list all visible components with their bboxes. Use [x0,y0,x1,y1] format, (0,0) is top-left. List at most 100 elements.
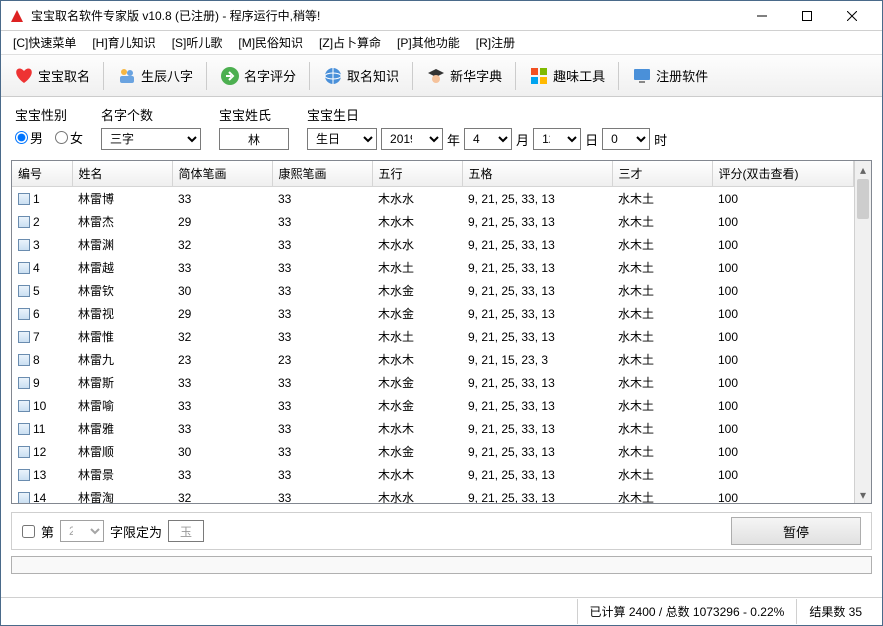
heart-icon [14,66,34,86]
student-icon [426,66,446,86]
year-select[interactable]: 2019 [381,128,443,150]
table-row[interactable]: 12林雷顺3033木水金9, 21, 25, 33, 13水木土100 [12,440,854,463]
menu-folk[interactable]: [M]民俗知识 [230,31,311,54]
row-icon [18,400,30,412]
tool-dictionary[interactable]: 新华字典 [417,61,511,91]
col-simplified[interactable]: 简体笔画 [172,161,272,187]
windows-icon [529,66,549,86]
col-sancai[interactable]: 三才 [612,161,712,187]
count-select[interactable]: 三字 [101,128,201,150]
month-select[interactable]: 4 [464,128,512,150]
results-table-scroll[interactable]: 编号 姓名 简体笔画 康熙笔画 五行 五格 三才 评分(双击查看) 1林雷博33… [12,161,854,503]
menu-other[interactable]: [P]其他功能 [389,31,468,54]
row-icon [18,285,30,297]
tool-label: 宝宝取名 [38,66,90,85]
row-icon [18,469,30,481]
tool-label: 趣味工具 [553,66,605,85]
table-row[interactable]: 5林雷钦3033木水金9, 21, 25, 33, 13水木土100 [12,279,854,302]
table-row[interactable]: 13林雷景3333木水木9, 21, 25, 33, 13水木土100 [12,463,854,486]
tool-fun[interactable]: 趣味工具 [520,61,614,91]
lock-prefix: 第 [41,522,54,541]
birthday-group: 宝宝生日 生日 2019 年 4 月 12 日 0 时 [307,105,667,150]
lock-row: 第 2 字限定为 暂停 [11,512,872,550]
minimize-button[interactable] [739,1,784,31]
year-suffix: 年 [447,130,460,149]
day-select[interactable]: 12 [533,128,581,150]
menu-quick[interactable]: [C]快速菜单 [5,31,84,54]
monitor-icon [632,66,652,86]
scroll-up-arrow[interactable]: ▴ [855,161,871,178]
tool-label: 名字评分 [244,66,296,85]
table-row[interactable]: 4林雷越3333木水土9, 21, 25, 33, 13水木土100 [12,256,854,279]
maximize-icon [802,11,812,21]
col-name[interactable]: 姓名 [72,161,172,187]
tool-score[interactable]: 名字评分 [211,61,305,91]
table-row[interactable]: 1林雷博3333木水水9, 21, 25, 33, 13水木土100 [12,187,854,211]
status-progress: 已计算 2400 / 总数 1073296 - 0.22% [577,599,797,624]
lock-checkbox[interactable] [22,525,35,538]
surname-label: 宝宝姓氏 [219,105,289,124]
table-row[interactable]: 8林雷九2323木水木9, 21, 15, 23, 3水木土100 [12,348,854,371]
hour-suffix: 时 [654,130,667,149]
col-kangxi[interactable]: 康熙笔画 [272,161,372,187]
table-header-row: 编号 姓名 简体笔画 康熙笔画 五行 五格 三才 评分(双击查看) [12,161,854,187]
table-row[interactable]: 3林雷渊3233木水水9, 21, 25, 33, 13水木土100 [12,233,854,256]
row-icon [18,354,30,366]
tool-knowledge[interactable]: 取名知识 [314,61,408,91]
statusbar: 已计算 2400 / 总数 1073296 - 0.22% 结果数 35 [1,597,882,625]
scroll-thumb[interactable] [857,179,869,219]
table-row[interactable]: 9林雷斯3333木水金9, 21, 25, 33, 13水木土100 [12,371,854,394]
menu-parenting[interactable]: [H]育儿知识 [84,31,163,54]
menu-fortune[interactable]: [Z]占卜算命 [311,31,389,54]
menu-songs[interactable]: [S]听儿歌 [164,31,231,54]
window-title: 宝宝取名软件专家版 v10.8 (已注册) - 程序运行中,稍等! [31,7,320,24]
globe-icon [323,66,343,86]
row-icon [18,216,30,228]
gender-male-radio[interactable]: 男 [15,128,43,147]
hour-select[interactable]: 0 [602,128,650,150]
month-suffix: 月 [516,130,529,149]
table-row[interactable]: 11林雷雅3333木水木9, 21, 25, 33, 13水木土100 [12,417,854,440]
table-row[interactable]: 14林雷淘3233木水水9, 21, 25, 33, 13水木土100 [12,486,854,503]
count-group: 名字个数 三字 [101,105,201,150]
app-icon [9,8,25,24]
row-icon [18,239,30,251]
day-suffix: 日 [585,130,598,149]
tool-bazi[interactable]: 生辰八字 [108,61,202,91]
close-button[interactable] [829,1,874,31]
row-icon [18,492,30,504]
birthday-type-select[interactable]: 生日 [307,128,377,150]
row-icon [18,331,30,343]
table-row[interactable]: 6林雷视2933木水金9, 21, 25, 33, 13水木土100 [12,302,854,325]
tool-label: 生辰八字 [141,66,193,85]
vertical-scrollbar[interactable]: ▴ ▾ [854,161,871,503]
menu-register[interactable]: [R]注册 [468,31,523,54]
titlebar: 宝宝取名软件专家版 v10.8 (已注册) - 程序运行中,稍等! [1,1,882,31]
row-icon [18,423,30,435]
tool-label: 取名知识 [347,66,399,85]
table-row[interactable]: 7林雷惟3233木水土9, 21, 25, 33, 13水木土100 [12,325,854,348]
form-row: 宝宝性别 男 女 名字个数 三字 宝宝姓氏 宝宝生日 生日 2019 年 4 月… [1,97,882,154]
row-icon [18,446,30,458]
lock-char-input [168,520,204,542]
results-table-wrap: 编号 姓名 简体笔画 康熙笔画 五行 五格 三才 评分(双击查看) 1林雷博33… [11,160,872,504]
close-icon [847,11,857,21]
maximize-button[interactable] [784,1,829,31]
table-row[interactable]: 10林雷喻3333木水金9, 21, 25, 33, 13水木土100 [12,394,854,417]
table-row[interactable]: 2林雷杰2933木水木9, 21, 25, 33, 13水木土100 [12,210,854,233]
gender-female-radio[interactable]: 女 [55,128,83,147]
surname-group: 宝宝姓氏 [219,105,289,150]
scroll-down-arrow[interactable]: ▾ [855,486,871,503]
pause-button[interactable]: 暂停 [731,517,861,545]
surname-input[interactable] [219,128,289,150]
tool-label: 注册软件 [656,66,708,85]
tool-register[interactable]: 注册软件 [623,61,717,91]
col-score[interactable]: 评分(双击查看) [712,161,854,187]
col-wuge[interactable]: 五格 [462,161,612,187]
tool-naming[interactable]: 宝宝取名 [5,61,99,91]
progress-bar [11,556,872,574]
col-id[interactable]: 编号 [12,161,72,187]
lock-mid: 字限定为 [110,522,162,541]
col-wuxing[interactable]: 五行 [372,161,462,187]
birthday-label: 宝宝生日 [307,105,667,124]
